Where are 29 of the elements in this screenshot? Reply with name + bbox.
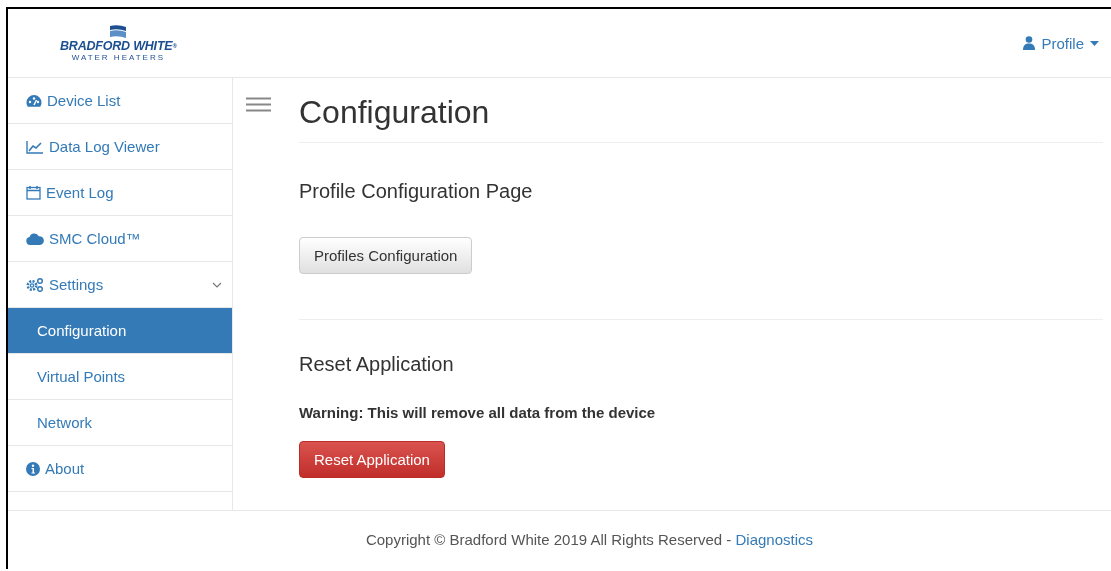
user-icon: [1023, 36, 1036, 50]
logo-tagline: WATER HEATERS: [71, 52, 166, 62]
diagnostics-link[interactable]: Diagnostics: [735, 530, 814, 548]
cloud-icon: [26, 232, 44, 245]
section-heading: Profile Configuration Page: [299, 179, 534, 203]
sidebar-item[interactable]: About: [8, 446, 232, 492]
wave-flag-icon: [108, 24, 129, 39]
section-heading: Reset Application: [299, 352, 455, 376]
sidebar-subitem[interactable]: Configuration: [8, 308, 232, 354]
warning-text: Warning: This will remove all data from the device: [299, 404, 657, 421]
sidebar-subitem[interactable]: Virtual Points: [8, 354, 232, 400]
caret-icon: [1090, 40, 1099, 46]
sidebar-item[interactable]: Data Log Viewer: [8, 124, 232, 170]
line-chart-icon: [26, 139, 44, 154]
reset-button[interactable]: Reset Application: [299, 441, 445, 478]
sidebar-item[interactable]: Device List: [8, 78, 232, 124]
page-title: Configuration: [299, 94, 1103, 143]
profile-menu[interactable]: Profile: [1023, 34, 1099, 52]
info-icon: [26, 461, 40, 476]
copyright-text: Copyright © Bradford White 2019 All Rights Reserved -: [365, 530, 732, 548]
calendar-icon: [26, 185, 41, 200]
gears-icon: [26, 277, 44, 292]
configuration-button[interactable]: Profiles Configuration: [299, 237, 473, 274]
sidebar-item[interactable]: SMC Cloud™: [8, 216, 232, 262]
dashboard-icon: [26, 93, 42, 108]
sidebar-subitem[interactable]: Network: [8, 400, 232, 446]
logo-name: BRADFORD WHITE: [60, 38, 173, 53]
sidebar-item[interactable]: Event Log: [8, 170, 232, 216]
menu-icon[interactable]: [246, 97, 271, 112]
